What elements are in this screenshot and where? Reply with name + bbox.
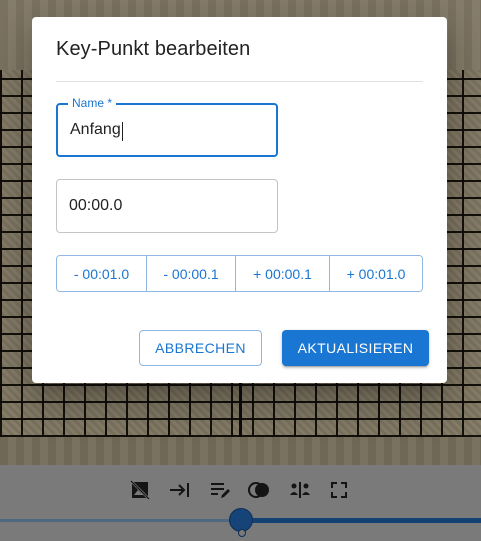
dialog-title: Key-Punkt bearbeiten bbox=[56, 38, 251, 60]
plus-tenth-second-button[interactable]: + 00:00.1 bbox=[236, 256, 330, 291]
title-divider bbox=[56, 81, 423, 82]
name-input[interactable] bbox=[70, 105, 260, 155]
update-button[interactable]: AKTUALISIEREN bbox=[282, 330, 429, 366]
minus-tenth-second-button[interactable]: - 00:00.1 bbox=[147, 256, 236, 291]
name-field[interactable]: Name * bbox=[56, 96, 278, 157]
text-caret bbox=[122, 122, 123, 141]
time-field[interactable] bbox=[56, 179, 278, 233]
edit-keypoint-dialog: Key-Punkt bearbeiten Name * - 00:01.0 - … bbox=[32, 17, 447, 383]
minus-one-second-button[interactable]: - 00:01.0 bbox=[57, 256, 147, 291]
time-step-button-group: - 00:01.0 - 00:00.1 + 00:00.1 + 00:01.0 bbox=[56, 255, 423, 292]
time-input[interactable] bbox=[69, 180, 259, 232]
cancel-button[interactable]: ABBRECHEN bbox=[139, 330, 262, 366]
plus-one-second-button[interactable]: + 00:01.0 bbox=[330, 256, 422, 291]
